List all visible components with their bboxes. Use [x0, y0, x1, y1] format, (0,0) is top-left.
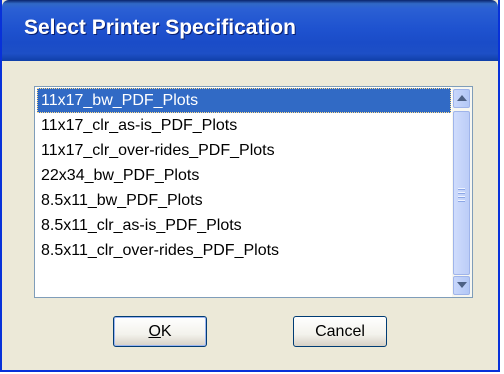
printer-spec-listbox[interactable]: 11x17_bw_PDF_Plots 11x17_clr_as-is_PDF_P…	[34, 86, 473, 298]
dialog-title: Select Printer Specification	[24, 16, 296, 39]
scroll-up-icon	[457, 95, 467, 101]
scroll-grip-icon	[458, 188, 465, 204]
ok-button[interactable]: OK	[113, 316, 207, 347]
list-item[interactable]: 8.5x11_clr_as-is_PDF_Plots	[37, 213, 451, 238]
scroll-up-button[interactable]	[453, 89, 470, 108]
list-item[interactable]: 8.5x11_bw_PDF_Plots	[37, 188, 451, 213]
list-item[interactable]: 22x34_bw_PDF_Plots	[37, 163, 451, 188]
title-bar[interactable]: Select Printer Specification	[2, 0, 498, 61]
dialog-window: Select Printer Specification 11x17_bw_PD…	[0, 0, 500, 372]
cancel-button[interactable]: Cancel	[293, 316, 387, 347]
list-item[interactable]: 11x17_clr_as-is_PDF_Plots	[37, 113, 451, 138]
dialog-body: 11x17_bw_PDF_Plots 11x17_clr_as-is_PDF_P…	[2, 61, 498, 370]
list-item[interactable]: 8.5x11_clr_over-rides_PDF_Plots	[37, 238, 451, 263]
list-item[interactable]: 11x17_clr_over-rides_PDF_Plots	[37, 138, 451, 163]
ok-label-rest: K	[160, 323, 172, 340]
vertical-scrollbar[interactable]	[452, 87, 472, 297]
scroll-thumb[interactable]	[453, 111, 470, 275]
scroll-down-button[interactable]	[453, 276, 470, 295]
list-items: 11x17_bw_PDF_Plots 11x17_clr_as-is_PDF_P…	[37, 88, 451, 263]
ok-access-key: O	[148, 323, 161, 340]
scroll-down-icon	[457, 282, 467, 288]
list-item[interactable]: 11x17_bw_PDF_Plots	[37, 88, 451, 113]
